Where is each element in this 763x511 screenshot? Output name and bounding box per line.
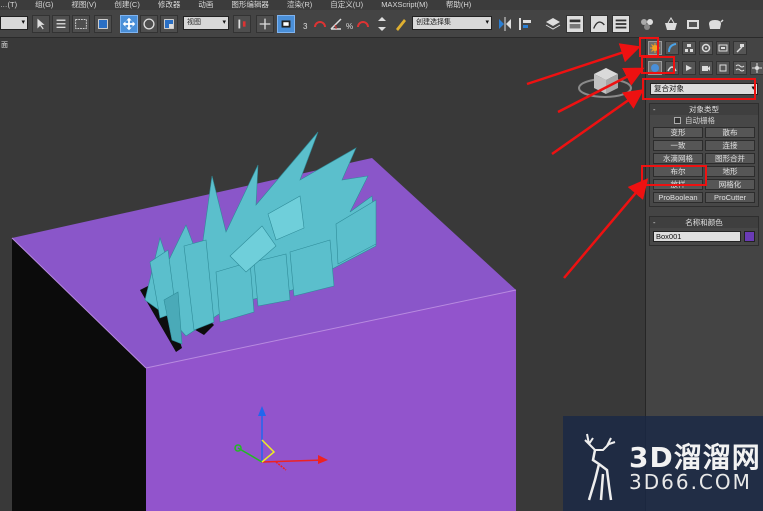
display-icon bbox=[718, 44, 728, 52]
connect-button[interactable]: 连接 bbox=[705, 140, 755, 151]
deer-logo-icon bbox=[584, 433, 616, 501]
menu-item-rendering[interactable]: 渲染(R) bbox=[278, 0, 321, 10]
lights-icon bbox=[686, 65, 692, 71]
reference-coordinate-value: 视图 bbox=[187, 19, 201, 26]
curve-editor-icon[interactable] bbox=[590, 15, 608, 33]
name-color-header[interactable]: - 名称和颜色 bbox=[650, 217, 758, 228]
rectangle-selection-icon[interactable] bbox=[72, 15, 90, 33]
viewcube-icon[interactable] bbox=[576, 60, 634, 102]
helpers-tab[interactable] bbox=[716, 61, 730, 75]
terrain-button[interactable]: 地形 bbox=[705, 166, 755, 177]
lights-tab[interactable] bbox=[682, 61, 696, 75]
scatter-button[interactable]: 散布 bbox=[705, 127, 755, 138]
percent-snap-label[interactable]: % bbox=[346, 22, 353, 31]
keyboard-shortcut-override-icon[interactable] bbox=[277, 15, 295, 33]
watermark-url-text: 3D66.COM bbox=[629, 470, 752, 494]
name-color-title: 名称和颜色 bbox=[685, 218, 723, 227]
menu-bar: …(T) 组(G) 视图(V) 创建(C) 修改器 动画 图形编辑器 渲染(R)… bbox=[0, 0, 763, 10]
space-warps-tab[interactable] bbox=[733, 61, 747, 75]
menu-item-group[interactable]: 组(G) bbox=[26, 0, 62, 10]
annotation-box-create-tab bbox=[639, 37, 659, 57]
main-toolbar: ▾ 视图 ▾ 3 % 创建选择集 ▾ bbox=[0, 10, 763, 38]
align-icon[interactable] bbox=[516, 15, 534, 33]
selection-filter-dropdown[interactable]: ▾ bbox=[0, 16, 28, 30]
menu-item-tools[interactable]: …(T) bbox=[0, 0, 26, 10]
annotation-box-boolean-button bbox=[641, 165, 707, 186]
window-crossing-icon[interactable] bbox=[94, 15, 112, 33]
percent-snap-icon[interactable] bbox=[354, 15, 372, 33]
menu-item-customize[interactable]: 自定义(U) bbox=[321, 0, 372, 10]
menu-item-help[interactable]: 帮助(H) bbox=[437, 0, 480, 10]
annotation-box-category-dropdown bbox=[642, 78, 756, 100]
motion-icon bbox=[701, 43, 711, 53]
hierarchy-panel-tab[interactable] bbox=[682, 41, 696, 55]
utilities-panel-tab[interactable] bbox=[733, 41, 747, 55]
spinner-snap-icon[interactable] bbox=[373, 15, 391, 33]
blobmesh-button[interactable]: 水滴网格 bbox=[653, 153, 703, 164]
scale-tool-icon[interactable] bbox=[160, 15, 178, 33]
procutter-button[interactable]: ProCutter bbox=[705, 192, 755, 203]
menu-item-animation[interactable]: 动画 bbox=[189, 0, 222, 10]
systems-tab[interactable] bbox=[750, 61, 763, 75]
menu-item-maxscript[interactable]: MAXScript(M) bbox=[372, 0, 437, 10]
annotation-box-geometry-tab bbox=[641, 56, 675, 74]
helpers-icon bbox=[719, 64, 727, 72]
select-by-name-icon[interactable] bbox=[52, 15, 70, 33]
named-selection-set-value: 创建选择集 bbox=[416, 19, 451, 26]
conform-button[interactable]: 一致 bbox=[653, 140, 703, 151]
perspective-viewport[interactable]: 面 bbox=[0, 38, 645, 511]
scene-canvas bbox=[11, 131, 517, 511]
material-editor-icon[interactable] bbox=[638, 15, 656, 33]
reference-coordinate-dropdown[interactable]: 视图 ▾ bbox=[183, 16, 229, 30]
systems-icon bbox=[752, 63, 762, 73]
modify-panel-tab[interactable] bbox=[665, 41, 679, 55]
autogrid-label: 自动栅格 bbox=[685, 115, 715, 125]
object-type-rollout: - 对象类型 自动栅格 变形 散布 一致 连接 水滴网格 图形合并 布尔 地形 放… bbox=[649, 103, 759, 207]
named-selection-set-dropdown[interactable]: 创建选择集 ▾ bbox=[412, 16, 492, 30]
graphite-ribbon-icon[interactable] bbox=[566, 15, 584, 33]
name-field-row: Box001 bbox=[650, 228, 758, 245]
command-panel-tabs bbox=[646, 40, 763, 56]
mirror-icon[interactable] bbox=[496, 15, 514, 33]
object-type-title: 对象类型 bbox=[689, 105, 719, 114]
autogrid-row: 自动栅格 bbox=[650, 115, 758, 125]
snap-toggle-label[interactable]: 3 bbox=[303, 22, 307, 31]
object-type-header[interactable]: - 对象类型 bbox=[650, 104, 758, 115]
menu-item-graph-editors[interactable]: 图形编辑器 bbox=[222, 0, 278, 10]
edit-named-selection-icon[interactable] bbox=[392, 15, 410, 33]
menu-item-modifiers[interactable]: 修改器 bbox=[149, 0, 190, 10]
motion-panel-tab[interactable] bbox=[699, 41, 713, 55]
rotate-tool-icon[interactable] bbox=[140, 15, 158, 33]
hierarchy-icon bbox=[685, 44, 693, 52]
watermark: 3D溜溜网 3D66.COM bbox=[563, 416, 763, 511]
select-object-icon[interactable] bbox=[32, 15, 50, 33]
render-setup-icon[interactable] bbox=[662, 15, 680, 33]
render-production-icon[interactable] bbox=[706, 15, 724, 33]
cameras-icon bbox=[702, 66, 710, 71]
menu-item-views[interactable]: 视图(V) bbox=[62, 0, 105, 10]
mesher-button[interactable]: 网格化 bbox=[705, 179, 755, 190]
rendered-frame-window-icon[interactable] bbox=[684, 15, 702, 33]
cameras-tab[interactable] bbox=[699, 61, 713, 75]
name-color-rollout: - 名称和颜色 Box001 bbox=[649, 216, 759, 246]
morph-button[interactable]: 变形 bbox=[653, 127, 703, 138]
space-warps-icon bbox=[735, 64, 745, 72]
pivot-center-icon[interactable] bbox=[233, 15, 251, 33]
modify-icon bbox=[668, 43, 677, 53]
menu-item-create[interactable]: 创建(C) bbox=[105, 0, 148, 10]
select-manipulate-icon[interactable] bbox=[256, 15, 274, 33]
layer-manager-icon[interactable] bbox=[544, 15, 562, 33]
angle-snap-icon[interactable] bbox=[327, 15, 345, 33]
proboolean-button[interactable]: ProBoolean bbox=[653, 192, 703, 203]
object-name-input[interactable]: Box001 bbox=[653, 231, 741, 242]
autogrid-checkbox[interactable] bbox=[674, 116, 681, 124]
object-color-swatch[interactable] bbox=[744, 231, 755, 242]
shapemerge-button[interactable]: 图形合并 bbox=[705, 153, 755, 164]
move-tool-icon[interactable] bbox=[120, 15, 138, 33]
display-panel-tab[interactable] bbox=[716, 41, 730, 55]
utilities-hammer-icon bbox=[736, 44, 744, 53]
schematic-view-icon[interactable] bbox=[612, 15, 630, 33]
